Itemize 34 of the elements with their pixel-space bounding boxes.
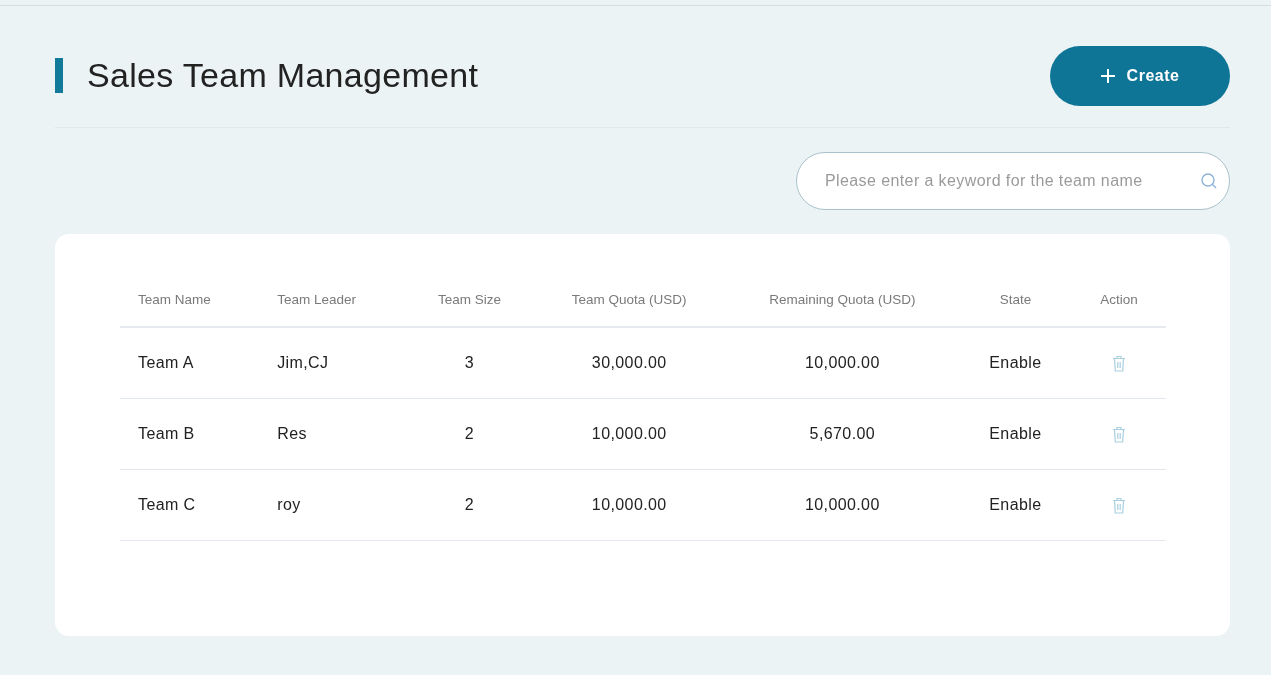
trash-icon[interactable]	[1111, 425, 1126, 443]
column-header: Team Leader	[277, 291, 356, 307]
column-header: Remaining Quota (USD)	[769, 291, 916, 307]
page-title: Sales Team Management	[87, 55, 479, 96]
column-header: Team Name	[138, 291, 211, 307]
table-cell: roy	[277, 495, 301, 513]
trash-icon[interactable]	[1111, 355, 1126, 372]
plus-icon	[1100, 68, 1115, 83]
table-cell: 10,000.00	[591, 495, 667, 513]
trash-icon[interactable]	[1111, 496, 1126, 514]
table-cell: 30,000.00	[591, 353, 667, 371]
table-cell: 10,000.00	[804, 495, 880, 513]
table-cell: Enable	[989, 495, 1042, 513]
table-cell: Enable	[989, 353, 1042, 371]
search-icon	[1200, 172, 1218, 190]
column-header: Action	[1100, 291, 1138, 307]
table-cell: Jim,CJ	[277, 353, 329, 371]
table-cell: 10,000.00	[804, 353, 880, 371]
table-cell: Enable	[989, 424, 1042, 442]
table-cell: Team B	[138, 424, 195, 442]
title-accent-bar	[55, 58, 63, 93]
column-header: Team Quota (USD)	[571, 291, 687, 307]
table-cell: 10,000.00	[591, 424, 667, 442]
table-cell: Res	[277, 424, 307, 442]
search-field[interactable]: Please enter a keyword for the team name	[796, 152, 1230, 210]
table-cell: 3	[464, 353, 475, 371]
table-cell: 2	[464, 424, 475, 442]
table-cell: 5,670.00	[809, 424, 876, 442]
create-button[interactable]: Create	[1050, 45, 1230, 106]
column-header: Team Size	[437, 291, 501, 307]
column-header: State	[999, 291, 1032, 307]
table-cell: Team C	[138, 495, 196, 513]
table-cell: 2	[464, 495, 475, 513]
table-cell: Team A	[138, 353, 194, 371]
